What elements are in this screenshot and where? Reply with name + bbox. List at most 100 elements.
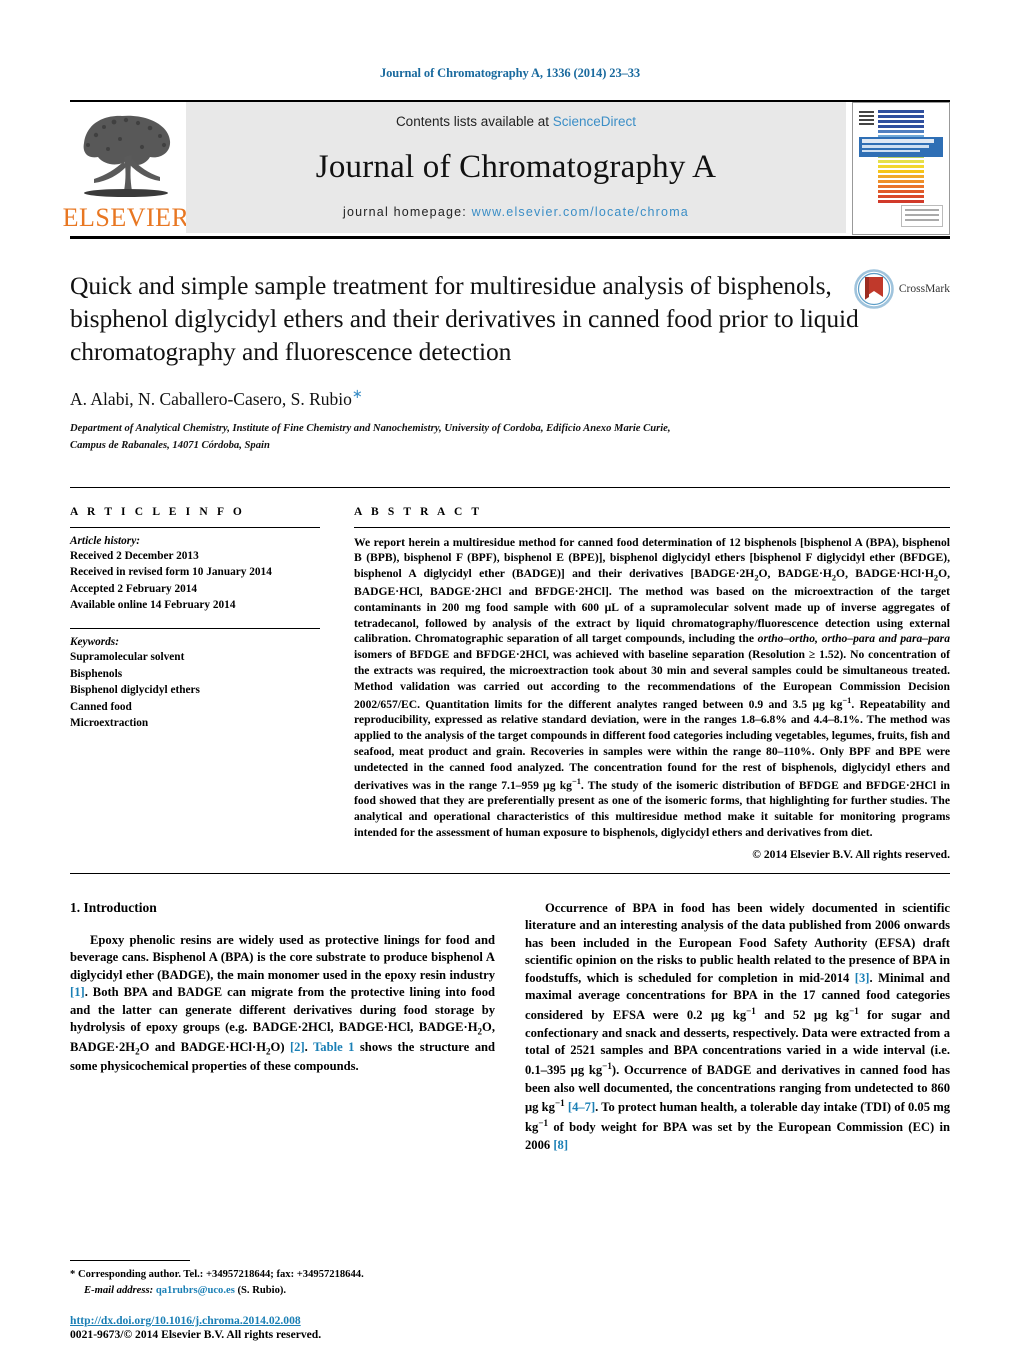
keywords-block: Keywords: Supramolecular solvent Bisphen…: [70, 627, 320, 732]
cover-publisher-mark: [901, 205, 943, 227]
email-label: E-mail address:: [84, 1285, 154, 1297]
title-block: CrossMark Quick and simple sample treatm…: [70, 269, 950, 455]
contents-prefix: Contents lists available at: [395, 114, 553, 129]
author-list: A. Alabi, N. Caballero-Casero, S. Rubio∗: [70, 386, 950, 410]
cover-color-bar: [878, 200, 924, 203]
keywords-heading: Keywords:: [70, 635, 119, 648]
affiliation-line-1: Department of Analytical Chemistry, Inst…: [70, 423, 671, 435]
citation-3[interactable]: [3]: [855, 971, 870, 985]
running-head: Journal of Chromatography A, 1336 (2014)…: [379, 66, 641, 80]
article-history-1: Received in revised form 10 January 2014: [70, 566, 272, 579]
intro-left-a: Epoxy phenolic resins are widely used as…: [70, 932, 495, 982]
footnote-email-line: E-mail address: qa1rubrs@uco.es (S. Rubi…: [70, 1283, 490, 1299]
article-info-label: A R T I C L E I N F O: [70, 505, 245, 518]
intro-right-sup-3: −1: [602, 1060, 612, 1071]
article-history-3: Available online 14 February 2014: [70, 599, 236, 612]
keyword-3: Canned food: [70, 700, 132, 713]
doi-block: http://dx.doi.org/10.1016/j.chroma.2014.…: [70, 1314, 530, 1341]
journal-banner: Contents lists available at ScienceDirec…: [186, 102, 846, 233]
body-column-left: 1. Introduction Epoxy phenolic resins ar…: [70, 900, 495, 1155]
cover-color-bar: [878, 190, 924, 193]
page-title: Quick and simple sample treatment for mu…: [70, 271, 859, 367]
cover-color-bar: [878, 180, 924, 183]
footnote-rule: [70, 1260, 190, 1262]
crossmark-badge[interactable]: CrossMark: [854, 269, 950, 309]
article-page: Journal of Chromatography A, 1336 (2014)…: [0, 0, 1020, 1351]
homepage-url-link[interactable]: www.elsevier.com/locate/chroma: [472, 205, 689, 219]
issn-copyright-line: 0021-9673/© 2014 Elsevier B.V. All right…: [70, 1328, 322, 1341]
cover-color-bar: [878, 165, 924, 168]
affiliation-line-2: Campus de Rabanales, 14071 Córdoba, Spai…: [70, 440, 270, 452]
journal-homepage-line: journal homepage: www.elsevier.com/locat…: [343, 205, 689, 219]
email-suffix: (S. Rubio).: [234, 1285, 287, 1297]
cover-color-bar: [878, 185, 924, 188]
cover-color-bar: [878, 115, 924, 118]
intro-right-c: and 52 μg kg: [755, 1008, 850, 1023]
citation-1[interactable]: [1]: [70, 985, 85, 999]
abstract-sup-1: −1: [842, 695, 852, 705]
article-history-heading: Article history:: [70, 534, 140, 547]
sciencedirect-link[interactable]: ScienceDirect: [553, 114, 636, 129]
doi-link[interactable]: http://dx.doi.org/10.1016/j.chroma.2014.…: [70, 1314, 530, 1327]
elsevier-tree-icon: [83, 115, 171, 197]
cover-color-bars: [878, 110, 924, 205]
intro-right-sup-4: −1: [554, 1098, 565, 1109]
masthead-bottom-rule: [70, 236, 950, 239]
cover-color-bar: [878, 170, 924, 173]
crossmark-icon: [854, 269, 894, 309]
abstract-bottom-rule: [70, 872, 950, 874]
journal-title: Journal of Chromatography A: [315, 148, 717, 185]
abstract-column: A B S T R A C T We report herein a multi…: [354, 506, 950, 861]
journal-cover-thumbnail: [852, 102, 950, 235]
abstract-label: A B S T R A C T: [354, 505, 483, 518]
intro-left-b: . Both BPA and BADGE can migrate from th…: [70, 985, 495, 1035]
corresponding-author-marker: ∗: [351, 386, 363, 402]
info-abstract-region: A R T I C L E I N F O Article history: R…: [70, 486, 950, 861]
cover-color-bar: [878, 160, 924, 163]
intro-right-sup-2: −1: [849, 1006, 859, 1016]
intro-left-d: O and BADGE·HCl·H: [139, 1039, 266, 1054]
journal-masthead: ELSEVIER Contents lists available at Sci…: [63, 100, 950, 235]
intro-left-e: O): [270, 1039, 290, 1054]
footnote-corresponding-text: Corresponding author. Tel.: +34957218644…: [75, 1269, 364, 1281]
intro-right-sup-5: −1: [538, 1117, 549, 1128]
author-names: A. Alabi, N. Caballero-Casero, S. Rubio: [70, 389, 352, 410]
intro-right-h: of body weight for BPA was set by the Eu…: [525, 1120, 950, 1152]
intro-left-f: .: [304, 1039, 314, 1054]
abstract-rule: [354, 526, 950, 528]
abstract-part-2: O, BADGE·H: [758, 567, 832, 581]
cover-title-band: [859, 137, 943, 157]
abstract-copyright: © 2014 Elsevier B.V. All rights reserved…: [752, 847, 950, 861]
citation-2[interactable]: [2]: [290, 1040, 305, 1054]
contents-available-line: Contents lists available at ScienceDirec…: [396, 114, 636, 129]
body-columns: 1. Introduction Epoxy phenolic resins ar…: [70, 900, 950, 1155]
citation-4-7[interactable]: [4–7]: [568, 1100, 595, 1114]
abstract-text: We report herein a multiresidue method f…: [354, 535, 951, 839]
article-info-rule: [70, 526, 320, 528]
intro-right-sup-1: −1: [746, 1006, 756, 1016]
elsevier-wordmark: ELSEVIER: [62, 203, 190, 232]
cover-color-bar: [878, 120, 924, 123]
elsevier-logo: ELSEVIER: [63, 102, 189, 233]
citation-8[interactable]: [8]: [553, 1138, 568, 1152]
email-link[interactable]: qa1rubrs@uco.es: [156, 1285, 235, 1296]
keyword-0: Supramolecular solvent: [70, 650, 185, 663]
cover-color-bar: [878, 110, 924, 113]
table-1-link[interactable]: Table 1: [313, 1040, 354, 1054]
keyword-2: Bisphenol diglycidyl ethers: [70, 684, 200, 697]
abstract-part-3: O, BADGE·HCl·H: [836, 567, 934, 581]
keywords-rule: [70, 627, 320, 629]
article-history-2: Accepted 2 February 2014: [70, 582, 198, 595]
intro-paragraph-left: Epoxy phenolic resins are widely used as…: [70, 932, 495, 1073]
homepage-prefix: journal homepage:: [343, 205, 472, 219]
cover-color-bar: [878, 195, 924, 198]
keyword-4: Microextraction: [70, 717, 149, 730]
cover-color-bar: [878, 130, 924, 133]
cover-qr-code-icon: [859, 110, 874, 125]
abstract-isomer-italics: ortho–ortho, ortho–para and para–para: [757, 632, 950, 646]
introduction-heading: 1. Introduction: [70, 899, 157, 915]
abstract-sup-2: −1: [571, 776, 581, 786]
affiliation: Department of Analytical Chemistry, Inst…: [70, 420, 770, 454]
intro-paragraph-right: Occurrence of BPA in food has been widel…: [525, 900, 950, 1155]
body-column-right: Occurrence of BPA in food has been widel…: [525, 900, 950, 1155]
